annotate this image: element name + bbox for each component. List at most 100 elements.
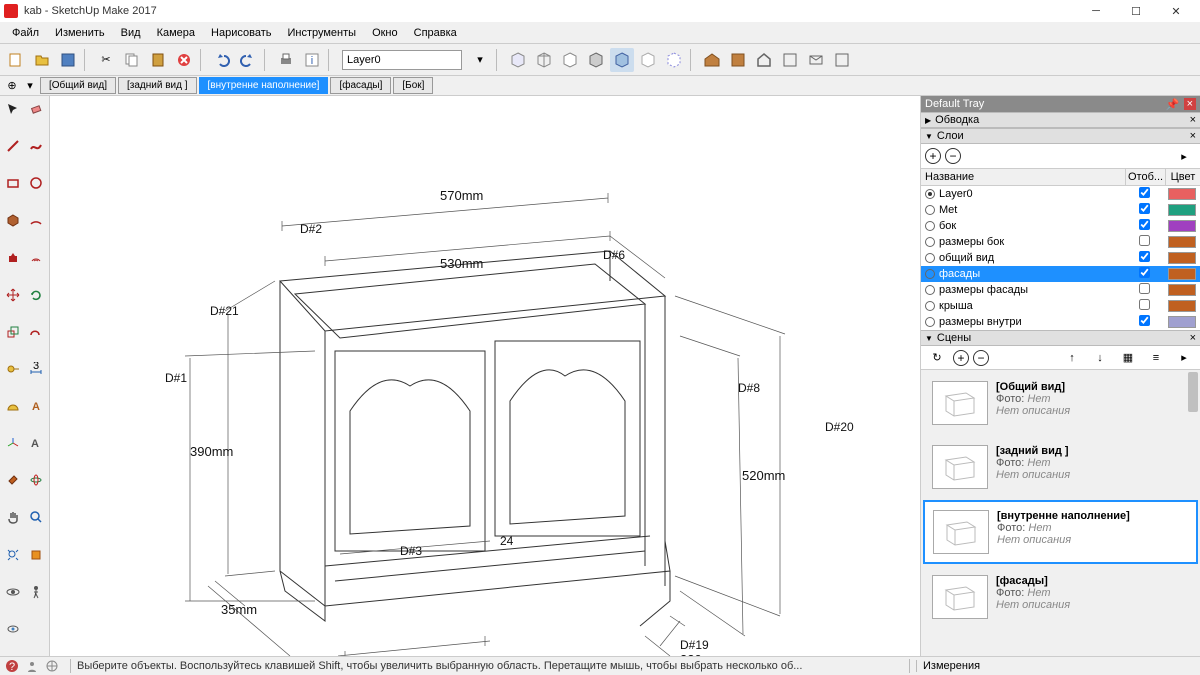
paint-tool[interactable] [2,469,24,491]
minimize-button[interactable]: ─ [1076,0,1116,22]
layer-color-swatch[interactable] [1168,252,1196,264]
zoom-tool[interactable] [25,506,47,528]
3dtext-tool[interactable]: A [25,432,47,454]
home-button[interactable] [752,48,776,72]
section-tool[interactable] [25,544,47,566]
menu-view[interactable]: Вид [113,25,149,41]
menu-draw[interactable]: Нарисовать [203,25,279,41]
layer-active-radio[interactable] [925,189,935,199]
ext-button[interactable] [778,48,802,72]
layer-color-swatch[interactable] [1168,236,1196,248]
polygon-tool[interactable] [2,209,24,231]
scene-tab-add[interactable]: ⊕ [4,78,20,94]
layer-visible-checkbox[interactable] [1139,187,1150,198]
orbit-tool[interactable] [25,469,47,491]
layer-visible-checkbox[interactable] [1139,283,1150,294]
layer-active-radio[interactable] [925,205,935,215]
viewport[interactable]: D#2 570mm 530mm D#6 D#21 D#1 390mm D#8 D… [50,96,920,656]
style-hidden-button[interactable] [558,48,582,72]
component-button[interactable] [726,48,750,72]
scene-list-button[interactable]: ≡ [1144,346,1168,370]
layers-col-name[interactable]: Название [921,169,1126,185]
scene-tab-1[interactable]: [задний вид ] [118,77,197,94]
maximize-button[interactable]: ☐ [1116,0,1156,22]
scene-refresh-button[interactable]: ↻ [925,346,949,370]
layer-visible-checkbox[interactable] [1139,203,1150,214]
followme-tool[interactable] [25,321,47,343]
circle-tool[interactable] [25,172,47,194]
outline-close-icon[interactable]: × [1190,114,1196,126]
scenes-scrollbar[interactable] [1188,372,1198,412]
pan-tool[interactable] [2,506,24,528]
tray-close-icon[interactable]: × [1184,98,1196,110]
warehouse-button[interactable] [700,48,724,72]
scene-menu-button[interactable]: ▸ [1172,346,1196,370]
cut-button[interactable]: ✂ [94,48,118,72]
layers-col-visible[interactable]: Отоб... [1126,169,1166,185]
pushpull-tool[interactable] [2,247,24,269]
menu-edit[interactable]: Изменить [47,25,113,41]
freehand-tool[interactable] [25,135,47,157]
lookaround-tool[interactable] [2,581,24,603]
menu-tools[interactable]: Инструменты [279,25,364,41]
scenes-close-icon[interactable]: × [1190,332,1196,344]
model-info-button[interactable]: i [300,48,324,72]
layer-visible-checkbox[interactable] [1139,299,1150,310]
scene-item[interactable]: [задний вид ] Фото: Нет Нет описания [923,436,1198,498]
scene-down-button[interactable]: ↓ [1088,346,1112,370]
axes-tool[interactable] [2,432,24,454]
layer-visible-checkbox[interactable] [1139,219,1150,230]
menu-file[interactable]: Файл [4,25,47,41]
delete-button[interactable] [172,48,196,72]
layer-color-swatch[interactable] [1168,316,1196,328]
layer-active-radio[interactable] [925,253,935,263]
line-tool[interactable] [2,135,24,157]
layer-visible-checkbox[interactable] [1139,267,1150,278]
send-button[interactable] [804,48,828,72]
style-shaded-tex-button[interactable] [610,48,634,72]
scene-tab-0[interactable]: [Общий вид] [40,77,116,94]
layer-active-radio[interactable] [925,301,935,311]
redo-button[interactable] [236,48,260,72]
user-icon[interactable] [24,658,40,674]
new-button[interactable] [4,48,28,72]
layer-row[interactable]: Layer0 [921,186,1200,202]
layer-visible-checkbox[interactable] [1139,235,1150,246]
layer-row[interactable]: размеры бок [921,234,1200,250]
layers-col-color[interactable]: Цвет [1166,169,1200,185]
layer-row[interactable]: фасады [921,266,1200,282]
open-button[interactable] [30,48,54,72]
scene-item[interactable]: [фасады] Фото: Нет Нет описания [923,566,1198,628]
help-icon[interactable]: ? [4,658,20,674]
style-iso-button[interactable] [506,48,530,72]
layer-active-radio[interactable] [925,269,935,279]
menu-window[interactable]: Окно [364,25,406,41]
layer-color-swatch[interactable] [1168,268,1196,280]
layout-button[interactable] [830,48,854,72]
layers-panel-header[interactable]: ▼Слои × [921,128,1200,144]
arc-tool[interactable] [25,209,47,231]
scale-tool[interactable] [2,321,24,343]
select-tool[interactable] [2,98,24,120]
tray-pin-icon[interactable]: 📌 [1166,98,1180,111]
outline-panel-header[interactable]: ▶Обводка × [921,112,1200,128]
layer-add-button[interactable]: + [925,148,941,164]
copy-button[interactable] [120,48,144,72]
layer-active-radio[interactable] [925,285,935,295]
scene-tab-2[interactable]: [внутренне наполнение] [199,77,329,94]
zoomextents-tool[interactable] [2,544,24,566]
style-xray-button[interactable] [662,48,686,72]
save-button[interactable] [56,48,80,72]
layer-active-radio[interactable] [925,317,935,327]
style-wireframe-button[interactable] [532,48,556,72]
menu-help[interactable]: Справка [406,25,465,41]
layer-color-swatch[interactable] [1168,220,1196,232]
layer-row[interactable]: размеры фасады [921,282,1200,298]
layer-color-swatch[interactable] [1168,188,1196,200]
layer-row[interactable]: размеры внутри [921,314,1200,330]
eraser-tool[interactable] [25,98,47,120]
style-mono-button[interactable] [636,48,660,72]
layer-row[interactable]: крыша [921,298,1200,314]
protractor-tool[interactable] [2,395,24,417]
scene-item[interactable]: [Общий вид] Фото: Нет Нет описания [923,372,1198,434]
